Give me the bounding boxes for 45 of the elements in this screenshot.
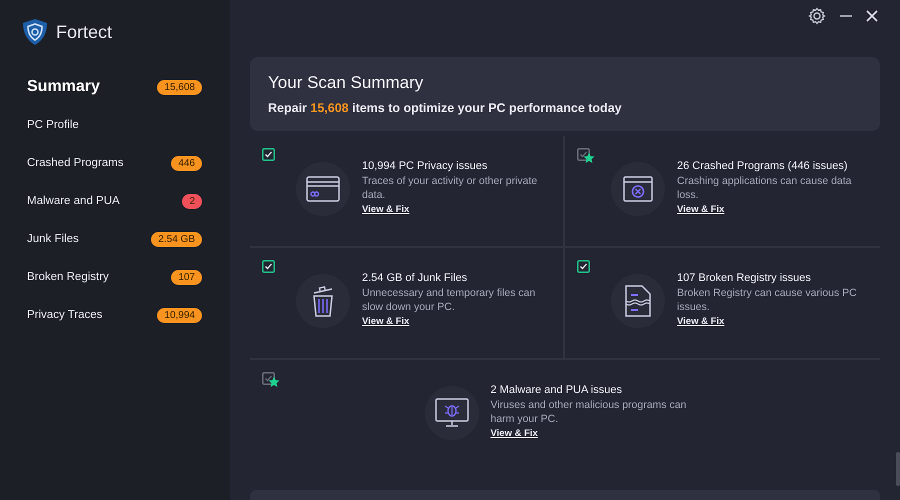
count-badge: 15,608 (157, 80, 202, 94)
app-name: Fortect (56, 22, 112, 42)
count-badge: 2 (182, 194, 202, 208)
count-badge: 2.54 GB (151, 232, 202, 246)
issue-description: Broken Registry can cause various PC issues. (677, 287, 858, 314)
summary-subtitle: Repair 15,608 items to optimize your PC performance today (268, 101, 623, 115)
close-icon[interactable] (866, 10, 878, 22)
issue-description: Crashing applications can cause data loss. (677, 175, 853, 202)
issue-title: 10,994 PC Privacy issues (362, 160, 488, 172)
issue-description: Viruses and other malicious programs can harm your PC. (490, 399, 688, 426)
count-badge: 446 (171, 156, 202, 170)
issue-title: 2 Malware and PUA issues (490, 384, 623, 396)
shield-logo-icon (22, 18, 48, 46)
issue-title: 2.54 GB of Junk Files (362, 272, 468, 284)
count-badge: 10,994 (157, 308, 202, 322)
issue-description: Unnecessary and temporary files can slow down your PC. (362, 287, 536, 314)
sidebar-item[interactable]: PC Profile (22, 106, 230, 144)
view-fix-link[interactable]: View & Fix (490, 428, 538, 440)
view-fix-link[interactable]: View & Fix (677, 316, 724, 328)
view-fix-link[interactable]: View & Fix (362, 204, 410, 216)
checkbox[interactable] (262, 148, 275, 161)
document-icon (625, 285, 651, 317)
monitor-bug-icon (434, 398, 468, 428)
sidebar-item[interactable]: Junk Files 2.54 GB (22, 220, 230, 258)
sidebar-item[interactable]: Crashed Programs 446 (22, 144, 230, 182)
settings-icon[interactable] (808, 7, 826, 25)
window-error-icon (623, 176, 653, 202)
sidebar-item[interactable]: Broken Registry 107 (22, 258, 230, 296)
trash-icon (311, 284, 335, 318)
scrollbar-thumb[interactable] (896, 452, 900, 486)
sidebar-item[interactable]: Privacy Traces 10,994 (22, 296, 230, 334)
checkbox[interactable] (262, 260, 275, 273)
issue-title: 107 Broken Registry issues (677, 272, 812, 284)
checkbox[interactable] (577, 260, 590, 273)
count-badge: 107 (171, 270, 202, 284)
card-icon (306, 176, 340, 202)
issue-description: Traces of your activity or other private data. (362, 175, 538, 202)
view-fix-link[interactable]: View & Fix (362, 316, 410, 328)
view-fix-link[interactable]: View & Fix (677, 204, 724, 216)
summary-title: Your Scan Summary (268, 73, 424, 93)
checkbox[interactable] (262, 372, 275, 385)
checkbox[interactable] (577, 148, 590, 161)
issue-title: 26 Crashed Programs (446 issues) (677, 160, 849, 172)
sidebar-item[interactable]: Summary 15,608 (22, 68, 230, 106)
sidebar-item[interactable]: Malware and PUA 2 (22, 182, 230, 220)
